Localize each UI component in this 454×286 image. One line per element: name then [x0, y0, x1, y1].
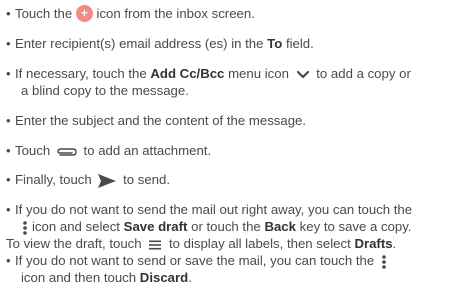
list-item: • Finally, touch to send.: [6, 172, 170, 188]
plus-circle-icon: +: [75, 5, 93, 23]
send-arrow-icon: [98, 173, 117, 188]
list-item: • Enter the subject and the content of th…: [6, 113, 307, 128]
chevron-down-icon: [296, 70, 309, 78]
list-item: • If necessary, touch the Add Cc/Bcc menu…: [6, 66, 411, 81]
hamburger-menu-icon: [149, 240, 162, 250]
list-item: • Touch to add an attachment.: [6, 143, 212, 158]
list-item: • If you do not want to send the mail out…: [6, 202, 413, 217]
paperclip-icon: [57, 147, 77, 156]
list-item: • Enter recipient(s) email address (es) i…: [6, 36, 314, 51]
more-vertical-icon: [382, 254, 386, 269]
list-item-continuation: To view the draft, touch to display all …: [6, 236, 397, 251]
instructions-page: • Touch the + icon from the inbox screen.…: [0, 0, 454, 285]
list-item: • Touch the + icon from the inbox screen.: [6, 5, 255, 23]
more-vertical-icon: [23, 220, 27, 235]
